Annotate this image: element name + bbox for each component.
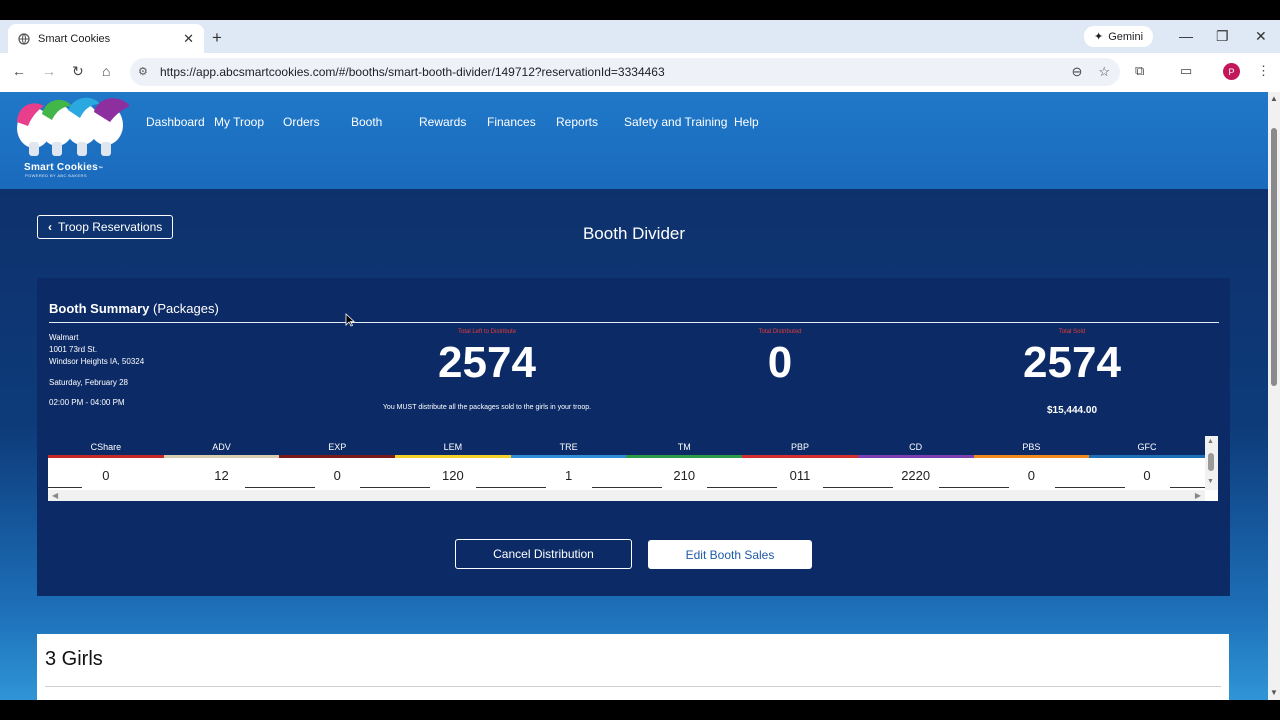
cancel-distribution-button[interactable]: Cancel Distribution	[455, 539, 632, 569]
tm-qty-field[interactable]: 210	[626, 458, 778, 490]
nav-my-troop[interactable]: My Troop	[214, 115, 264, 129]
scroll-right-icon[interactable]: ▶	[1195, 491, 1201, 500]
menu-kebab-icon[interactable]: ⋮	[1257, 63, 1270, 79]
col-pbs: PBS	[973, 436, 1090, 458]
sparkle-icon: ✦	[1094, 31, 1104, 43]
table-vertical-scrollbar[interactable]: ▲ ▼	[1205, 436, 1218, 490]
home-icon[interactable]: ⌂	[102, 63, 110, 79]
cookie-distribution-table: CShare ADV EXP LEM TRE TM PBP CD PBS GFC…	[48, 436, 1218, 501]
logo-wordmark: Smart Cookies™	[24, 162, 104, 173]
girls-divider	[45, 686, 1221, 687]
cookie-table-header: CShare ADV EXP LEM TRE TM PBP CD PBS GFC	[48, 436, 1205, 458]
site-info-icon[interactable]: ⚙	[138, 65, 148, 78]
gfc-qty-field[interactable]: 0	[1089, 458, 1206, 490]
booth-date: Saturday, February 28	[49, 378, 129, 387]
gemini-label: Gemini	[1108, 30, 1144, 43]
site-header: Smart Cookies™ POWERED BY ABC BAKERS Das…	[0, 92, 1268, 189]
page-scroll-up-icon[interactable]: ▲	[1270, 94, 1278, 103]
col-adv: ADV	[163, 436, 280, 458]
profile-avatar[interactable]: P	[1223, 63, 1240, 80]
tab-search-icon[interactable]: ▭	[1180, 63, 1192, 79]
screen: Smart Cookies ✕ + ✦ Gemini — ❐ ✕ ← → ↻ ⌂…	[0, 0, 1280, 720]
address-bar-row: ← → ↻ ⌂ ⚙ https://app.abcsmartcookies.co…	[0, 53, 1280, 92]
browser-chrome: Smart Cookies ✕ + ✦ Gemini — ❐ ✕ ← → ↻ ⌂…	[0, 20, 1280, 92]
new-tab-button[interactable]: +	[212, 28, 222, 48]
cd-qty-field[interactable]: 2220	[858, 458, 1009, 490]
booth-street: 1001 73rd St.	[49, 345, 98, 354]
summary-divider	[49, 322, 1219, 323]
close-window-button[interactable]: ✕	[1255, 28, 1267, 45]
col-cshare: CShare	[48, 436, 164, 458]
nav-orders[interactable]: Orders	[283, 115, 320, 129]
extensions-icon[interactable]: ⧉	[1135, 63, 1144, 79]
back-arrow-icon[interactable]: ←	[12, 63, 26, 79]
minimize-button[interactable]: —	[1179, 28, 1193, 44]
scroll-up-icon[interactable]: ▲	[1207, 438, 1214, 445]
lem-qty-field[interactable]: 120	[395, 458, 547, 490]
page-viewport: Smart Cookies™ POWERED BY ABC BAKERS Das…	[0, 92, 1268, 700]
nav-dashboard[interactable]: Dashboard	[146, 115, 205, 129]
scroll-left-icon[interactable]: ◀	[52, 491, 58, 500]
gemini-button[interactable]: ✦ Gemini	[1084, 26, 1154, 47]
total-distributed-label: Total Distributed	[758, 329, 802, 335]
pbp-qty-field[interactable]: 011	[742, 458, 894, 490]
booth-summary-title: Booth Summary (Packages)	[49, 301, 219, 316]
page-scrollbar[interactable]: ▲ ▼	[1268, 92, 1280, 700]
page-scroll-thumb[interactable]	[1271, 128, 1277, 386]
girls-count-title: 3 Girls	[45, 648, 103, 670]
girls-card: 3 Girls	[37, 634, 1229, 700]
scroll-down-icon[interactable]: ▼	[1207, 478, 1214, 485]
nav-safety-and-training[interactable]: Safety and Training	[624, 115, 727, 129]
pbs-qty-field[interactable]: 0	[974, 458, 1125, 490]
edit-booth-sales-button[interactable]: Edit Booth Sales	[648, 540, 812, 569]
tab-close-icon[interactable]: ✕	[183, 31, 194, 47]
url-text: https://app.abcsmartcookies.com/#/booths…	[160, 65, 665, 79]
col-cd: CD	[857, 436, 974, 458]
zoom-icon[interactable]: ⊖	[1071, 64, 1082, 80]
booth-summary-panel: Booth Summary (Packages) Walmart 1001 73…	[37, 278, 1230, 596]
col-gfc: GFC	[1089, 436, 1205, 458]
page-scroll-down-icon[interactable]: ▼	[1270, 688, 1278, 697]
exp-qty-field[interactable]: 0	[279, 458, 431, 490]
nav-reports[interactable]: Reports	[556, 115, 598, 129]
tab-strip: Smart Cookies ✕ + ✦ Gemini — ❐ ✕	[0, 20, 1280, 53]
nav-finances[interactable]: Finances	[487, 115, 536, 129]
nav-booth[interactable]: Booth	[351, 115, 382, 129]
logo-tagline: POWERED BY ABC BAKERS	[25, 173, 87, 178]
adv-qty-field[interactable]: 12	[164, 458, 315, 490]
col-tm: TM	[626, 436, 743, 458]
total-left-label: Total Left to Distribute	[457, 329, 517, 335]
mouse-cursor-icon	[345, 313, 355, 327]
bookmark-star-icon[interactable]: ☆	[1098, 64, 1110, 80]
col-tre: TRE	[510, 436, 627, 458]
table-horizontal-scrollbar[interactable]: ◀ ▶	[48, 490, 1205, 501]
page-title: Booth Divider	[582, 224, 686, 243]
total-sold-value: 2574	[1023, 338, 1121, 387]
total-sold-label: Total Sold	[1058, 329, 1086, 335]
restore-button[interactable]: ❐	[1216, 28, 1229, 45]
cshare-qty-field[interactable]: 0	[48, 458, 164, 490]
booth-time: 02:00 PM - 04:00 PM	[49, 398, 125, 407]
col-lem: LEM	[395, 436, 511, 458]
forward-arrow-icon[interactable]: →	[42, 63, 56, 79]
scroll-thumb[interactable]	[1208, 453, 1214, 471]
browser-tab[interactable]: Smart Cookies ✕	[8, 24, 204, 53]
cookie-values-row: 0 12 0 120 1 210 011 2220 0 0	[48, 458, 1206, 490]
globe-icon	[18, 32, 30, 45]
booth-city: Windsor Heights IA, 50324	[49, 357, 145, 366]
nav-help[interactable]: Help	[734, 115, 759, 129]
nav-rewards[interactable]: Rewards	[419, 115, 466, 129]
url-bar[interactable]: ⚙ https://app.abcsmartcookies.com/#/boot…	[130, 58, 1120, 86]
tab-title: Smart Cookies	[38, 32, 111, 45]
reload-icon[interactable]: ↻	[72, 63, 84, 80]
col-pbp: PBP	[742, 436, 858, 458]
col-exp: EXP	[279, 436, 396, 458]
tre-qty-field[interactable]: 1	[511, 458, 662, 490]
booth-location-name: Walmart	[49, 333, 79, 342]
total-distributed-value: 0	[767, 338, 793, 387]
total-sold-amount: $15,444.00	[1046, 405, 1098, 416]
total-left-value: 2574	[438, 338, 536, 387]
distribute-note: You MUST distribute all the packages sol…	[382, 404, 592, 411]
